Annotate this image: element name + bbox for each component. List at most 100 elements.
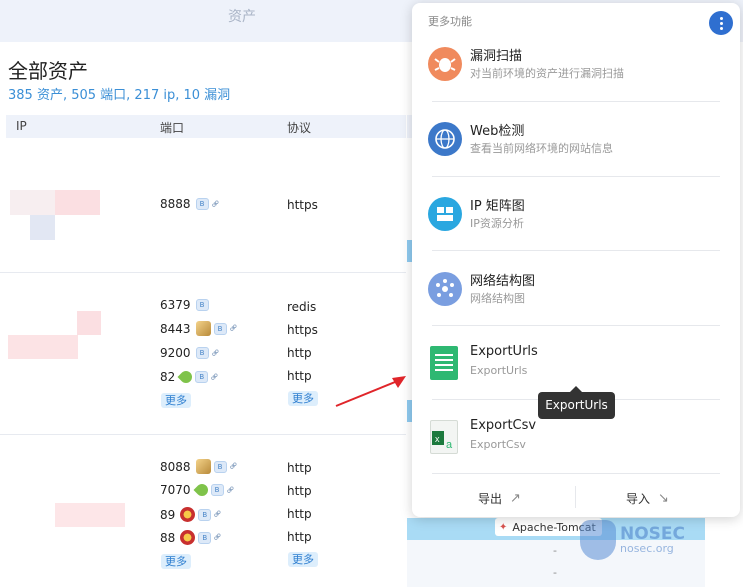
- port-number[interactable]: 6379: [160, 298, 191, 312]
- more-ports-button[interactable]: 更多: [161, 554, 191, 569]
- divider: [575, 486, 576, 508]
- col-ip[interactable]: IP: [16, 119, 27, 133]
- badge-icon: B: [195, 299, 209, 311]
- link-icon[interactable]: ⚮: [212, 531, 226, 545]
- port-number[interactable]: 8088: [160, 460, 191, 474]
- table-row: 82 B ⚮: [160, 368, 223, 386]
- empty-value: -: [553, 566, 557, 579]
- ip-redacted: [8, 335, 78, 359]
- protocol-value: http: [287, 461, 312, 475]
- excel-icon: xa: [430, 420, 458, 454]
- link-icon[interactable]: ⚮: [227, 460, 241, 474]
- menu-item-desc: ExportCsv: [470, 438, 526, 451]
- menu-item-name: 网络结构图: [470, 274, 536, 289]
- protocol-value: https: [287, 323, 318, 337]
- port-number[interactable]: 82: [160, 370, 175, 384]
- ip-redacted: [55, 503, 125, 527]
- more-protocols-button[interactable]: 更多: [288, 391, 318, 406]
- matrix-icon: [428, 197, 462, 231]
- more-protocols-button[interactable]: 更多: [288, 552, 318, 567]
- menu-item-desc: 网络结构图: [470, 292, 525, 305]
- protocol-value: http: [287, 346, 312, 360]
- export-button[interactable]: 导出 ↗: [478, 490, 521, 507]
- protocol-value: http: [287, 484, 312, 498]
- menu-item-name: Web检测: [470, 124, 525, 139]
- table-row: 8088 B ⚮: [160, 459, 241, 474]
- menu-item-ip-matrix[interactable]: IP 矩阵图 IP资源分析: [428, 193, 718, 239]
- import-icon: ↘: [658, 491, 669, 506]
- document-green-icon: [430, 346, 458, 380]
- menu-item-export-csv[interactable]: xa ExportCsv ExportCsv: [428, 416, 718, 462]
- menu-item-name: 漏洞扫描: [470, 49, 523, 64]
- port-number[interactable]: 8888: [160, 197, 191, 211]
- import-button[interactable]: 导入 ↘: [626, 490, 669, 507]
- table-row: 89 B ⚮: [160, 507, 226, 522]
- badge-icon: B: [198, 531, 212, 544]
- ip-redacted: [10, 190, 55, 215]
- globe-icon: [428, 122, 462, 156]
- port-number[interactable]: 89: [160, 508, 175, 522]
- annotation-arrow: [335, 376, 406, 407]
- link-icon[interactable]: ⚮: [209, 197, 223, 211]
- table-row: 6379 B: [160, 298, 209, 312]
- link-icon[interactable]: ⚮: [224, 483, 238, 497]
- menu-item-desc: 对当前环境的资产进行漏洞扫描: [470, 67, 624, 80]
- asset-summary[interactable]: 385 资产, 505 端口, 217 ip, 10 漏洞: [8, 84, 230, 103]
- col-port[interactable]: 端口: [160, 119, 184, 136]
- menu-item-desc: 查看当前网络环境的网站信息: [470, 142, 613, 155]
- menu-title: 更多功能: [428, 15, 472, 28]
- more-functions-menu: 更多功能 漏洞扫描 对当前环境的资产进行漏洞扫描 Web检测 查看当前网络环境的…: [412, 3, 740, 517]
- tooltip: ExportUrls: [538, 386, 615, 419]
- shield-icon: [580, 520, 616, 560]
- menu-item-network-graph[interactable]: 网络结构图 网络结构图: [428, 268, 718, 314]
- row-divider: [0, 272, 406, 273]
- badge-icon: B: [195, 198, 209, 210]
- port-number[interactable]: 8443: [160, 322, 191, 336]
- watermark: NOSEC nosec.org: [580, 520, 685, 560]
- protocol-value: http: [287, 369, 312, 383]
- import-label: 导入: [626, 492, 651, 506]
- link-icon[interactable]: ⚮: [212, 508, 226, 522]
- divider: [432, 250, 720, 251]
- badge-icon: B: [213, 460, 227, 473]
- menu-item-web-detect[interactable]: Web检测 查看当前网络环境的网站信息: [428, 118, 718, 164]
- table-row: 9200 B ⚮: [160, 346, 223, 360]
- menu-item-desc: IP资源分析: [470, 217, 524, 230]
- divider: [432, 473, 720, 474]
- badge-icon: B: [213, 322, 227, 335]
- network-icon: [428, 272, 462, 306]
- link-icon[interactable]: ⚮: [209, 370, 223, 384]
- menu-item-name: IP 矩阵图: [470, 199, 525, 214]
- protocol-value: http: [287, 507, 312, 521]
- external-link-icon: ↗: [510, 491, 521, 506]
- badge-icon: B: [198, 508, 212, 521]
- col-protocol[interactable]: 协议: [287, 119, 311, 136]
- link-icon[interactable]: ⚮: [209, 346, 223, 360]
- table-row: 8443 B ⚮: [160, 321, 241, 336]
- badge-icon: B: [195, 371, 209, 383]
- port-number[interactable]: 88: [160, 531, 175, 545]
- divider: [432, 176, 720, 177]
- ip-redacted: [30, 215, 55, 240]
- menu-item-vuln-scan[interactable]: 漏洞扫描 对当前环境的资产进行漏洞扫描: [428, 43, 718, 89]
- feather-icon: ✦: [499, 521, 508, 533]
- table-header: IP 端口 协议: [6, 115, 406, 138]
- table-row: 8888 B ⚮: [160, 197, 223, 211]
- divider: [432, 101, 720, 102]
- section-title: 资产: [228, 9, 256, 25]
- watermark-brand: NOSEC: [620, 524, 686, 544]
- kebab-menu-icon[interactable]: [709, 11, 733, 35]
- page-title: 全部资产: [8, 59, 88, 83]
- link-icon[interactable]: ⚮: [227, 322, 241, 336]
- protocol-value: redis: [287, 300, 317, 314]
- svg-text:a: a: [446, 439, 453, 451]
- tomcat-icon: [195, 459, 211, 474]
- badge-icon: B: [210, 484, 224, 496]
- tomcat-icon: [195, 321, 211, 336]
- port-number[interactable]: 9200: [160, 346, 191, 360]
- badge-icon: B: [195, 347, 209, 359]
- menu-item-export-urls[interactable]: ExportUrls ExportUrls: [428, 342, 718, 388]
- port-number[interactable]: 7070: [160, 483, 191, 497]
- leaf-icon: [177, 368, 195, 386]
- more-ports-button[interactable]: 更多: [161, 393, 191, 408]
